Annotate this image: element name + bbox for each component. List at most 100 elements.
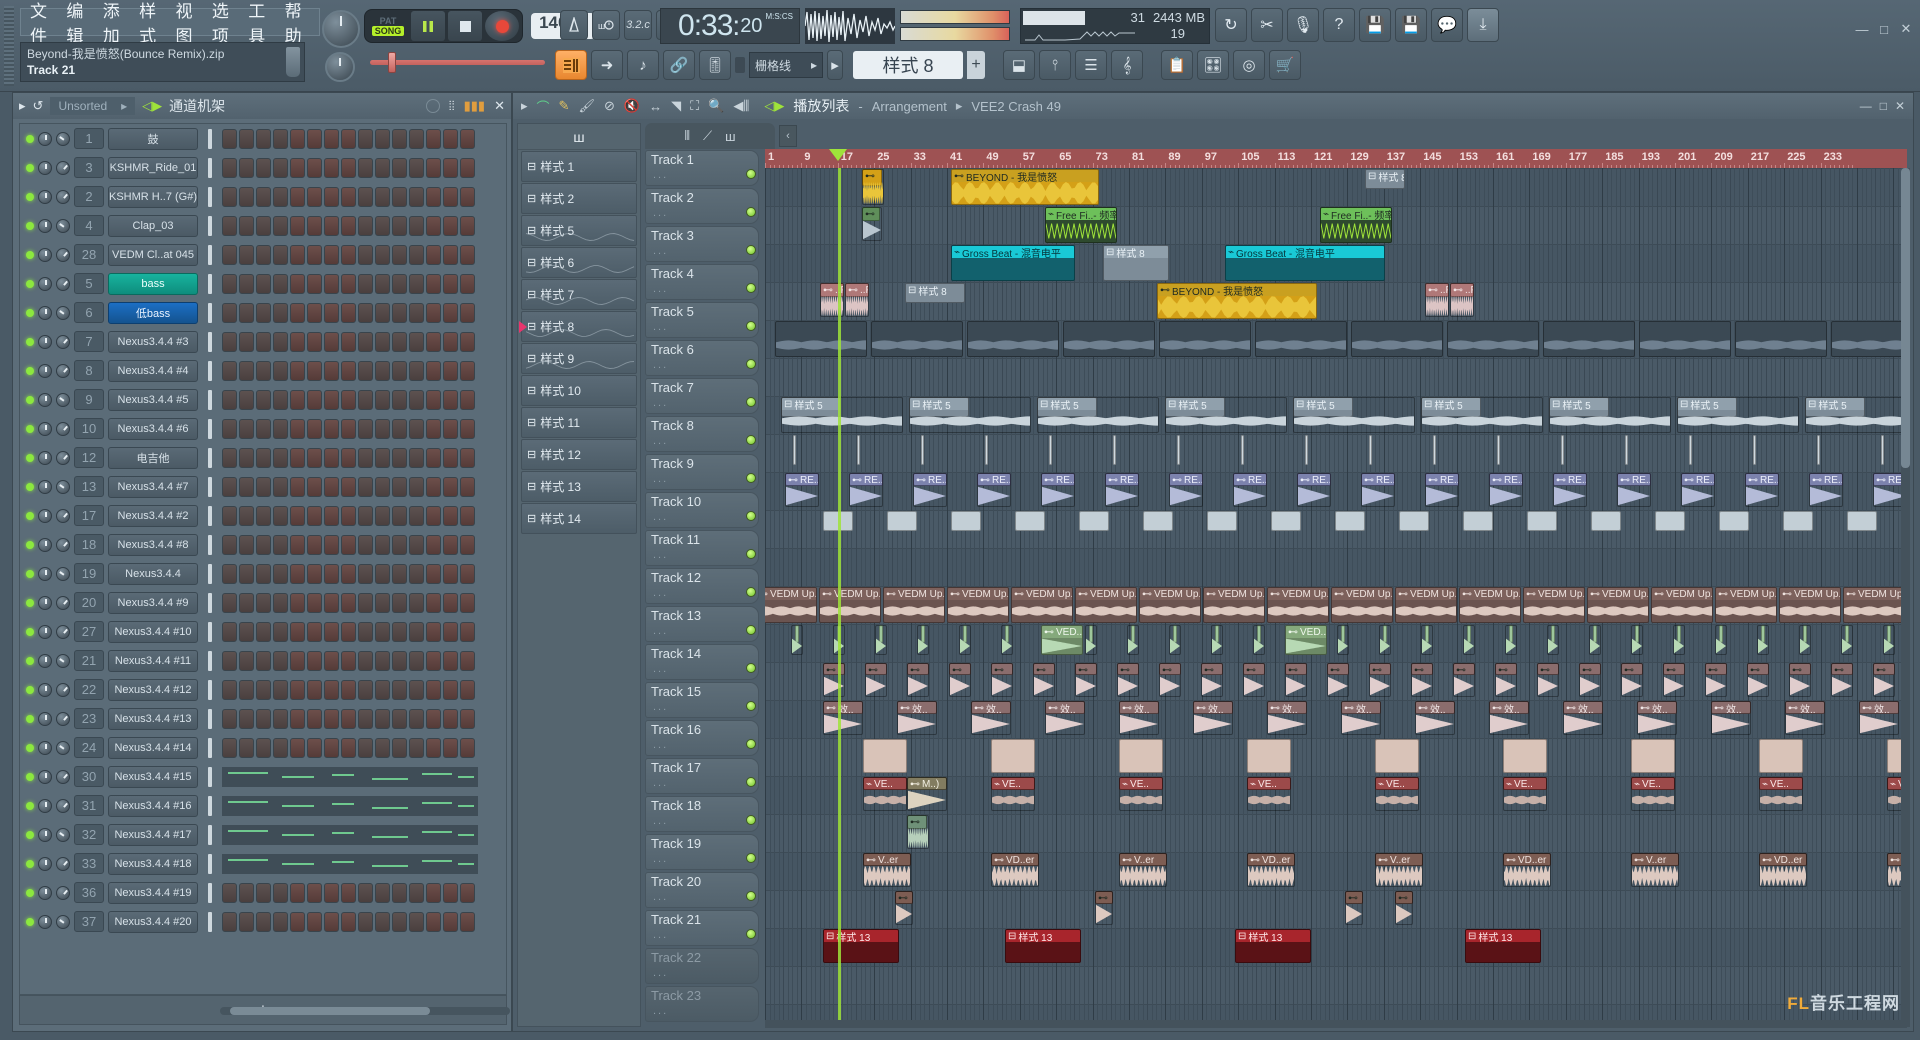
playlist-clip[interactable] xyxy=(862,169,884,205)
step-button[interactable] xyxy=(256,911,271,932)
playlist-clip[interactable] xyxy=(1241,435,1244,465)
channel-pan-knob[interactable] xyxy=(38,711,52,726)
playlist-clip[interactable] xyxy=(1543,321,1635,357)
save-as-icon[interactable]: 💾 xyxy=(1395,8,1427,42)
step-button[interactable] xyxy=(341,360,356,381)
channel-number[interactable]: 7 xyxy=(74,331,104,352)
step-button[interactable] xyxy=(409,360,424,381)
step-button[interactable] xyxy=(409,186,424,207)
step-button[interactable] xyxy=(409,737,424,758)
playlist-clip[interactable] xyxy=(909,397,1031,433)
channel-number[interactable]: 18 xyxy=(74,534,104,555)
step-button[interactable] xyxy=(290,157,305,178)
channel-selector[interactable] xyxy=(208,389,212,410)
step-button[interactable] xyxy=(324,592,339,613)
track-enable-led[interactable] xyxy=(746,701,756,711)
playlist-clip[interactable]: ⊷VEDM Up..ars xyxy=(1267,587,1329,623)
step-sequencer-row[interactable] xyxy=(222,447,475,468)
step-button[interactable] xyxy=(341,331,356,352)
track-header-list[interactable]: Track 1... Track 2... Track 3... Track 4...… xyxy=(645,149,763,1027)
step-button[interactable] xyxy=(256,302,271,323)
playlist-clip[interactable] xyxy=(871,321,963,357)
step-sequencer-row[interactable] xyxy=(222,418,475,439)
channel-name[interactable]: Nexus3.4.4 #15 xyxy=(108,765,198,788)
track-enable-led[interactable] xyxy=(746,663,756,673)
channel-volume-knob[interactable] xyxy=(56,218,70,233)
playlist-clip[interactable] xyxy=(1689,435,1692,465)
step-button[interactable] xyxy=(290,215,305,236)
step-button[interactable] xyxy=(256,389,271,410)
channel-selector[interactable] xyxy=(208,592,212,613)
step-button[interactable] xyxy=(256,273,271,294)
channel-name[interactable]: Nexus3.4.4 #17 xyxy=(108,823,198,846)
step-button[interactable] xyxy=(273,534,288,555)
step-button[interactable] xyxy=(443,534,458,555)
step-button[interactable] xyxy=(290,708,305,729)
playlist-clip[interactable] xyxy=(991,853,1039,887)
playlist-clip[interactable] xyxy=(1041,473,1075,507)
step-button[interactable] xyxy=(256,128,271,149)
channel-piano-preview[interactable] xyxy=(222,766,478,787)
channel-number[interactable]: 20 xyxy=(74,592,104,613)
step-button[interactable] xyxy=(375,621,390,642)
playlist-clip[interactable] xyxy=(1421,397,1543,433)
step-button[interactable] xyxy=(256,505,271,526)
playlist-clip[interactable] xyxy=(1399,511,1429,531)
playlist-clip[interactable] xyxy=(1681,473,1715,507)
channel-mute-led[interactable] xyxy=(26,308,34,317)
step-button[interactable] xyxy=(273,244,288,265)
playlist-clip[interactable] xyxy=(1119,777,1163,811)
playlist-clip[interactable] xyxy=(967,321,1059,357)
step-button[interactable] xyxy=(256,447,271,468)
channel-name[interactable]: Nexus3.4.4 #4 xyxy=(108,359,198,382)
channel-mute-led[interactable] xyxy=(26,685,34,694)
step-button[interactable] xyxy=(443,650,458,671)
step-button[interactable] xyxy=(239,708,254,729)
playlist-clip[interactable]: ⊟ 样式 13 xyxy=(1005,929,1081,963)
step-button[interactable] xyxy=(409,273,424,294)
playlist-clip[interactable] xyxy=(845,283,869,317)
step-button[interactable] xyxy=(324,708,339,729)
step-button[interactable] xyxy=(426,418,441,439)
step-button[interactable] xyxy=(222,389,237,410)
channel-volume-knob[interactable] xyxy=(56,276,70,291)
step-button[interactable] xyxy=(273,331,288,352)
playlist-clip[interactable] xyxy=(823,701,863,735)
playlist-clip[interactable]: ⊷VEDM Up..ars xyxy=(1843,587,1905,623)
step-button[interactable] xyxy=(239,563,254,584)
playlist-clip[interactable]: ⊷ BEYOND - 我是愤怒 xyxy=(951,169,1099,205)
channel-pan-knob[interactable] xyxy=(38,537,52,552)
step-button[interactable] xyxy=(273,418,288,439)
playlist-clip[interactable] xyxy=(1847,511,1877,531)
step-button[interactable] xyxy=(239,911,254,932)
step-button[interactable] xyxy=(443,679,458,700)
playlist-clip[interactable] xyxy=(1351,321,1443,357)
playlist-clip[interactable] xyxy=(1831,321,1907,357)
step-button[interactable] xyxy=(341,708,356,729)
playlist-clip[interactable] xyxy=(1589,625,1601,655)
step-button[interactable] xyxy=(392,331,407,352)
track-header[interactable]: Track 19... xyxy=(645,833,763,871)
step-button[interactable] xyxy=(256,360,271,381)
metronome-icon[interactable] xyxy=(560,10,588,40)
master-volume-knob[interactable] xyxy=(322,10,360,48)
channel-name[interactable]: 电吉他 xyxy=(108,446,198,469)
step-button[interactable] xyxy=(375,447,390,468)
channel-volume-knob[interactable] xyxy=(56,885,70,900)
pattern-list-item[interactable]: ⊟ 样式 9 xyxy=(521,343,637,374)
menu-item-file[interactable]: 文件 xyxy=(30,0,55,47)
playlist-clip[interactable] xyxy=(1463,625,1475,655)
step-button[interactable] xyxy=(222,882,237,903)
playlist-clip[interactable] xyxy=(1165,397,1287,433)
playlist-clip[interactable] xyxy=(1411,663,1433,697)
playlist-clip[interactable] xyxy=(1433,435,1436,465)
count-in-icon[interactable]: 3.2.c xyxy=(624,10,652,40)
menu-item-add[interactable]: 添加 xyxy=(103,0,128,47)
step-button[interactable] xyxy=(290,244,305,265)
channel-pan-knob[interactable] xyxy=(38,856,52,871)
playlist-clip[interactable] xyxy=(1049,435,1052,465)
playlist-clip[interactable] xyxy=(1159,663,1181,697)
playlist-clip[interactable] xyxy=(917,625,929,655)
comment-icon[interactable]: 💬 xyxy=(1431,8,1463,42)
step-button[interactable] xyxy=(324,679,339,700)
